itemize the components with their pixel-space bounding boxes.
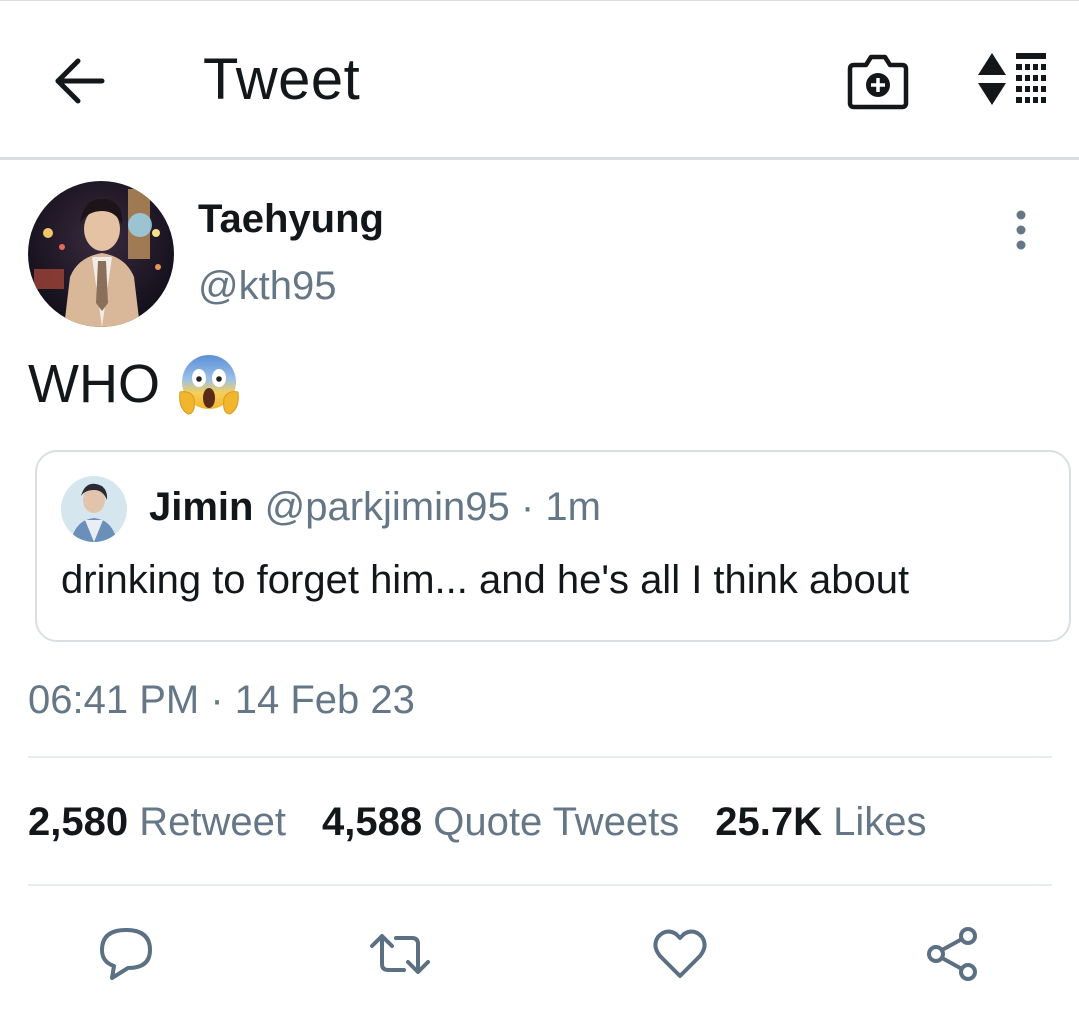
page-title: Tweet: [203, 47, 361, 112]
quote-label: Quote Tweets: [433, 800, 680, 844]
quoted-author-avatar[interactable]: [61, 476, 127, 542]
quote-count: 4,588: [321, 800, 423, 844]
share-icon: [927, 927, 977, 981]
quote-count-link[interactable]: 4,588 Quote Tweets: [322, 798, 679, 846]
tweet-stats: 2,580 Retweet 4,588 Quote Tweets 25.7K L…: [28, 798, 963, 846]
author-name[interactable]: Taehyung: [198, 196, 384, 242]
arrow-left-icon: [55, 58, 105, 104]
quoted-separator: ·: [520, 485, 535, 529]
back-button[interactable]: [52, 53, 108, 109]
like-label: Likes: [833, 800, 927, 844]
more-options-button[interactable]: [1006, 210, 1036, 250]
sort-button[interactable]: [976, 51, 1048, 107]
camera-plus-icon: [847, 54, 909, 110]
tweet-body: WHO: [28, 352, 240, 416]
retweet-label: Retweet: [139, 800, 286, 844]
tweet-timestamp: 06:41 PM · 14 Feb 23: [28, 678, 415, 722]
author-handle[interactable]: @kth95: [198, 262, 336, 310]
reply-button[interactable]: [96, 924, 156, 984]
reply-icon: [100, 928, 152, 980]
more-vertical-icon: [1016, 210, 1026, 250]
quoted-tweet-header: Jimin @parkjimin95 · 1m: [149, 484, 601, 530]
quoted-author-handle[interactable]: @parkjimin95: [265, 485, 510, 529]
like-icon: [653, 929, 707, 978]
quoted-tweet-text: drinking to forget him... and he's all I…: [61, 558, 910, 602]
author-avatar[interactable]: [28, 181, 174, 327]
like-count: 25.7K: [715, 800, 823, 844]
sort-list-icon: [978, 53, 1046, 105]
camera-button[interactable]: [846, 51, 910, 111]
retweet-icon: [370, 934, 430, 974]
retweet-button[interactable]: [368, 924, 430, 984]
tweet-text: WHO: [28, 354, 160, 414]
screaming-face-emoji-icon: [178, 352, 240, 416]
retweet-count-link[interactable]: 2,580 Retweet: [28, 798, 286, 846]
like-count-link[interactable]: 25.7K Likes: [715, 798, 926, 846]
like-button[interactable]: [650, 924, 710, 984]
app-header: Tweet: [0, 1, 1079, 158]
retweet-count: 2,580: [28, 800, 129, 844]
divider-top: [28, 756, 1052, 758]
divider-bottom: [28, 884, 1052, 886]
quoted-tweet-card[interactable]: Jimin @parkjimin95 · 1m drinking to forg…: [35, 450, 1071, 642]
quoted-time: 1m: [545, 485, 601, 529]
quoted-author-name[interactable]: Jimin: [149, 485, 253, 529]
header-divider: [0, 157, 1079, 160]
share-button[interactable]: [922, 924, 982, 984]
